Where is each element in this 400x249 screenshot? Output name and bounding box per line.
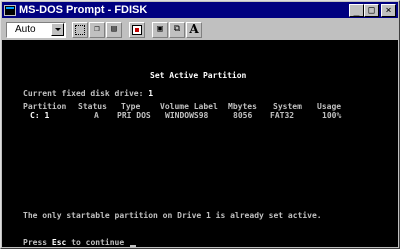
- text-cursor: [130, 245, 136, 247]
- maximize-icon: □: [368, 4, 375, 16]
- current-drive-line: Current fixed disk drive: 1: [23, 89, 153, 98]
- status-message: The only startable partition on Drive 1 …: [23, 211, 322, 220]
- table-cell-volume-label: WINDOWS98: [165, 111, 209, 120]
- background-button[interactable]: ⧉: [169, 21, 185, 38]
- maximize-button[interactable]: □: [364, 4, 379, 17]
- properties-button[interactable]: ▣: [152, 21, 168, 38]
- copy-button[interactable]: ❐: [89, 21, 105, 38]
- table-cell-mbytes: 8056: [233, 111, 253, 120]
- copy-icon: ❐: [94, 24, 100, 34]
- paste-button[interactable]: ▤: [106, 21, 122, 38]
- font-size-value: Auto: [15, 24, 36, 35]
- table-header-usage: Usage: [317, 102, 342, 111]
- window-title: MS-DOS Prompt - FDISK: [19, 4, 148, 16]
- mark-icon: [75, 24, 85, 35]
- prompt-prefix: Press: [23, 238, 48, 247]
- table-header-partition: Partition: [23, 102, 67, 111]
- background-icon: ⧉: [173, 24, 181, 34]
- chevron-down-icon[interactable]: [51, 23, 64, 36]
- minimize-button[interactable]: _: [349, 4, 364, 17]
- current-drive-value: 1: [148, 89, 154, 98]
- mark-button[interactable]: [72, 21, 88, 38]
- table-header-system: System: [273, 102, 302, 111]
- screen-heading: Set Active Partition: [150, 71, 247, 80]
- fullscreen-button[interactable]: [129, 21, 145, 38]
- dos-console[interactable]: Set Active Partition Current fixed disk …: [2, 40, 398, 247]
- minimize-icon: _: [353, 4, 360, 16]
- fullscreen-icon: [132, 24, 142, 35]
- table-cell-system: FAT32: [270, 111, 295, 120]
- prompt-key: Esc: [51, 238, 67, 247]
- table-cell-partition: C: 1: [30, 111, 50, 120]
- window-controls: _ □ ×: [349, 4, 396, 17]
- paste-icon: ▤: [111, 24, 117, 34]
- title-bar[interactable]: MS-DOS Prompt - FDISK _ □ ×: [2, 2, 398, 18]
- font-icon: A: [189, 22, 199, 36]
- table-header-status: Status: [78, 102, 107, 111]
- msdos-window: MS-DOS Prompt - FDISK _ □ × Auto ❐ ▤ ▣ ⧉…: [0, 0, 400, 249]
- prompt-suffix: to continue: [71, 238, 125, 247]
- font-size-select[interactable]: Auto: [6, 21, 66, 38]
- current-drive-label: Current fixed disk drive:: [23, 89, 144, 98]
- close-icon: ×: [385, 4, 392, 16]
- properties-icon: ▣: [157, 24, 163, 34]
- table-cell-status: A: [94, 111, 99, 120]
- close-button[interactable]: ×: [381, 4, 396, 17]
- font-button[interactable]: A: [186, 21, 202, 38]
- table-cell-usage: 100%: [322, 111, 342, 120]
- continue-prompt: Press Esc to continue: [23, 238, 124, 247]
- table-header-type: Type: [121, 102, 141, 111]
- msdos-app-icon[interactable]: [4, 4, 16, 16]
- toolbar: Auto ❐ ▤ ▣ ⧉ A: [2, 19, 398, 40]
- table-cell-type: PRI DOS: [117, 111, 151, 120]
- table-header-mbytes: Mbytes: [228, 102, 257, 111]
- table-header-volume-label: Volume Label: [160, 102, 218, 111]
